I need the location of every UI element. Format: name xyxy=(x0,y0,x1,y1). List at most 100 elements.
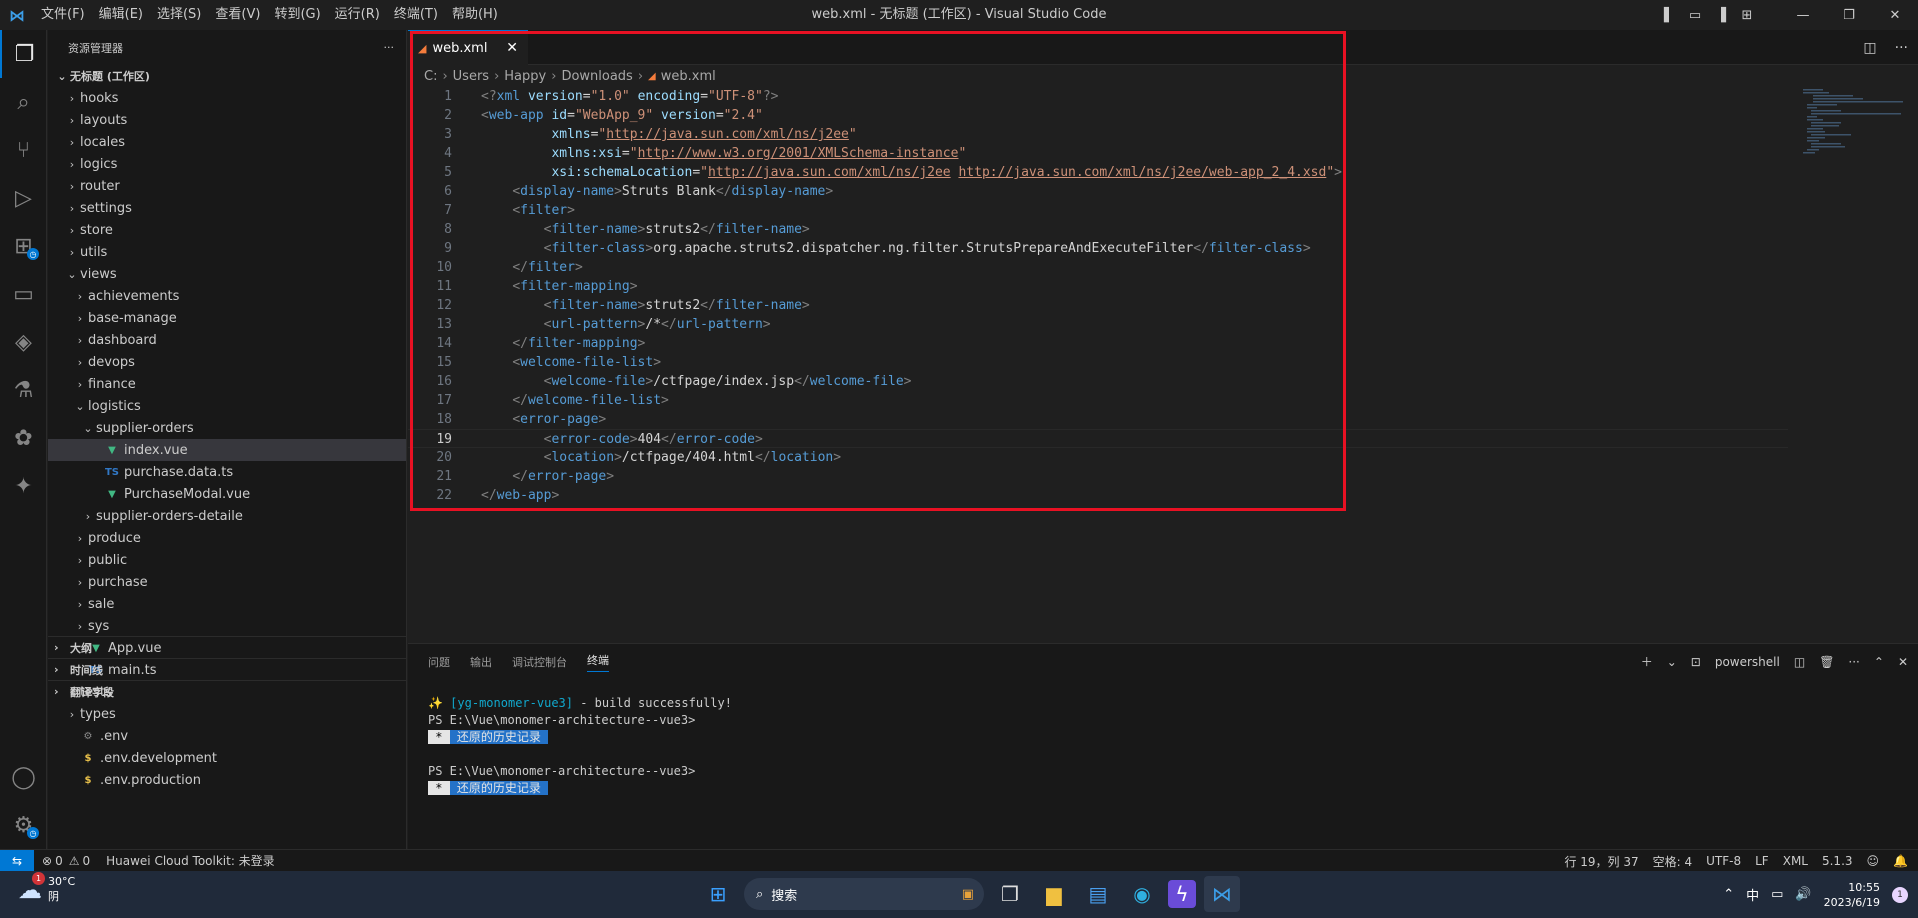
toolkit-status[interactable]: Huawei Cloud Toolkit: 未登录 xyxy=(106,852,275,869)
menu-run[interactable]: 运行(R) xyxy=(328,0,387,30)
tree-file[interactable]: TS purchase.data.ts xyxy=(48,461,406,483)
tree-folder[interactable]: › produce xyxy=(48,527,406,549)
code-line[interactable]: 20 <location>/ctfpage/404.html</location… xyxy=(408,448,1788,467)
tree-folder[interactable]: › dashboard xyxy=(48,329,406,351)
explorer-icon[interactable]: ❐ xyxy=(0,30,47,78)
warning-count[interactable]: 0 xyxy=(82,854,90,868)
tab-debug-console[interactable]: 调试控制台 xyxy=(512,654,567,670)
windows-start-icon[interactable]: ⊞ xyxy=(700,876,736,912)
minimize-icon[interactable]: — xyxy=(1780,8,1826,23)
close-icon[interactable]: ✕ xyxy=(506,40,518,56)
tree-folder[interactable]: › logics xyxy=(48,153,406,175)
display-icon[interactable]: ▭ xyxy=(1771,887,1783,902)
restore-icon[interactable]: ❐ xyxy=(1826,8,1872,23)
code-editor[interactable]: 1 <?xml version="1.0" encoding="UTF-8"?> 2… xyxy=(408,87,1788,505)
maximize-panel-icon[interactable]: ⌃ xyxy=(1874,655,1884,669)
breadcrumb-users[interactable]: Users xyxy=(453,69,489,84)
code-line[interactable]: 4 xmlns:xsi="http://www.w3.org/2001/XMLS… xyxy=(408,144,1788,163)
trash-icon[interactable]: 🗑 xyxy=(1819,655,1834,669)
tree-folder[interactable]: › purchase xyxy=(48,571,406,593)
more-actions-icon[interactable]: ··· xyxy=(384,41,395,54)
split-editor-icon[interactable]: ◫ xyxy=(1863,40,1876,56)
language-mode[interactable]: XML xyxy=(1783,854,1808,868)
ime-indicator[interactable]: 中 xyxy=(1746,885,1759,904)
remote-indicator-icon[interactable]: ⇆ xyxy=(0,849,34,872)
tree-folder[interactable]: › router xyxy=(48,175,406,197)
tab-terminal[interactable]: 终端 xyxy=(587,652,609,672)
code-line[interactable]: 18 <error-page> xyxy=(408,410,1788,429)
tree-folder[interactable]: › public xyxy=(48,549,406,571)
account-icon[interactable]: ◯ xyxy=(0,753,47,801)
tree-folder[interactable]: › types xyxy=(48,703,406,725)
extensions-icon[interactable]: ⊞ ◷ xyxy=(0,222,47,270)
code-line[interactable]: 6 <display-name>Struts Blank</display-na… xyxy=(408,182,1788,201)
tree-file[interactable]: ▼ PurchaseModal.vue xyxy=(48,483,406,505)
code-line[interactable]: 12 <filter-name>struts2</filter-name> xyxy=(408,296,1788,315)
tree-folder[interactable]: ⌄ supplier-orders xyxy=(48,417,406,439)
code-line[interactable]: 13 <url-pattern>/*</url-pattern> xyxy=(408,315,1788,334)
tree-folder[interactable]: › sys xyxy=(48,615,406,637)
tree-folder[interactable]: › devops xyxy=(48,351,406,373)
breadcrumb-happy[interactable]: Happy xyxy=(504,69,546,84)
customize-layout-icon[interactable]: ⊞ xyxy=(1734,8,1760,23)
close-window-icon[interactable]: ✕ xyxy=(1872,8,1918,23)
tab-problems[interactable]: 问题 xyxy=(428,654,450,670)
feedback-icon[interactable]: ☺ xyxy=(1867,854,1880,868)
breadcrumb-drive[interactable]: C: xyxy=(424,69,437,84)
split-terminal-icon[interactable]: ◫ xyxy=(1794,655,1805,669)
code-line[interactable]: 5 xsi:schemaLocation="http://java.sun.co… xyxy=(408,163,1788,182)
weather-widget[interactable]: ☁ 1 30°C 阴 xyxy=(18,871,75,904)
code-line[interactable]: 22 </web-app> xyxy=(408,486,1788,505)
toggle-primary-sidebar-icon[interactable]: ▌ xyxy=(1656,8,1682,23)
encoding[interactable]: UTF-8 xyxy=(1706,854,1741,868)
more-actions-icon[interactable]: ··· xyxy=(1895,40,1908,56)
code-line[interactable]: 14 </filter-mapping> xyxy=(408,334,1788,353)
tab-web-xml[interactable]: ◢ web.xml ✕ xyxy=(408,30,528,65)
toggle-secondary-sidebar-icon[interactable]: ▐ xyxy=(1708,8,1734,23)
edge-icon[interactable]: ◉ xyxy=(1124,876,1160,912)
app-bolt-icon[interactable]: ϟ xyxy=(1168,880,1196,908)
code-line[interactable]: 19 <error-code>404</error-code> xyxy=(408,429,1788,448)
breadcrumb-downloads[interactable]: Downloads xyxy=(561,69,632,84)
store-icon[interactable]: ▤ xyxy=(1080,876,1116,912)
testing-icon[interactable]: ⚗ xyxy=(0,366,47,414)
remote-explorer-icon[interactable]: ▭ xyxy=(0,270,47,318)
tree-folder[interactable]: › finance xyxy=(48,373,406,395)
tree-folder[interactable]: ⌄ views xyxy=(48,263,406,285)
outline-section[interactable]: › 大纲 xyxy=(48,636,406,658)
tree-folder[interactable]: › sale xyxy=(48,593,406,615)
run-debug-icon[interactable]: ▷ xyxy=(0,174,47,222)
translate-fields-section[interactable]: › 翻译字段 xyxy=(48,680,406,702)
terminal-output[interactable]: ✨ [yg-monomer-vue3] - build successfully… xyxy=(408,679,1918,797)
tab-output[interactable]: 输出 xyxy=(470,654,492,670)
menu-terminal[interactable]: 终端(T) xyxy=(387,0,445,30)
workspace-header[interactable]: ⌄ 无标题 (工作区) xyxy=(48,65,406,87)
more-actions-icon[interactable]: ··· xyxy=(1848,655,1859,669)
menu-help[interactable]: 帮助(H) xyxy=(445,0,505,30)
notification-badge[interactable]: 1 xyxy=(1892,886,1908,903)
tree-file[interactable]: $ .env.production xyxy=(48,769,406,791)
tree-folder[interactable]: › layouts xyxy=(48,109,406,131)
end-of-line[interactable]: LF xyxy=(1755,854,1769,868)
menu-file[interactable]: 文件(F) xyxy=(34,0,92,30)
tree-folder[interactable]: › settings xyxy=(48,197,406,219)
code-line[interactable]: 7 <filter> xyxy=(408,201,1788,220)
source-control-icon[interactable]: ⑂ xyxy=(0,126,47,174)
shell-label[interactable]: powershell xyxy=(1715,655,1780,669)
volume-icon[interactable]: 🔊 xyxy=(1795,887,1811,902)
tree-folder[interactable]: › supplier-orders-detaile xyxy=(48,505,406,527)
tree-folder[interactable]: › hooks xyxy=(48,87,406,109)
menu-selection[interactable]: 选择(S) xyxy=(150,0,208,30)
taskbar-search[interactable]: ⌕ 搜索 ▣ xyxy=(744,878,984,910)
tree-file[interactable]: $ .env.development xyxy=(48,747,406,769)
search-icon[interactable]: ⌕ xyxy=(0,78,47,126)
huawei-cloud-icon[interactable]: ✿ xyxy=(0,414,47,462)
code-line[interactable]: 8 <filter-name>struts2</filter-name> xyxy=(408,220,1788,239)
clock[interactable]: 10:55 2023/6/19 xyxy=(1824,880,1880,910)
menu-edit[interactable]: 编辑(E) xyxy=(92,0,150,30)
tree-folder[interactable]: ⌄ logistics xyxy=(48,395,406,417)
code-line[interactable]: 17 </welcome-file-list> xyxy=(408,391,1788,410)
file-explorer-icon[interactable]: ▆ xyxy=(1036,876,1072,912)
close-panel-icon[interactable]: ✕ xyxy=(1898,655,1908,669)
tree-file[interactable]: ▼ index.vue xyxy=(48,439,406,461)
